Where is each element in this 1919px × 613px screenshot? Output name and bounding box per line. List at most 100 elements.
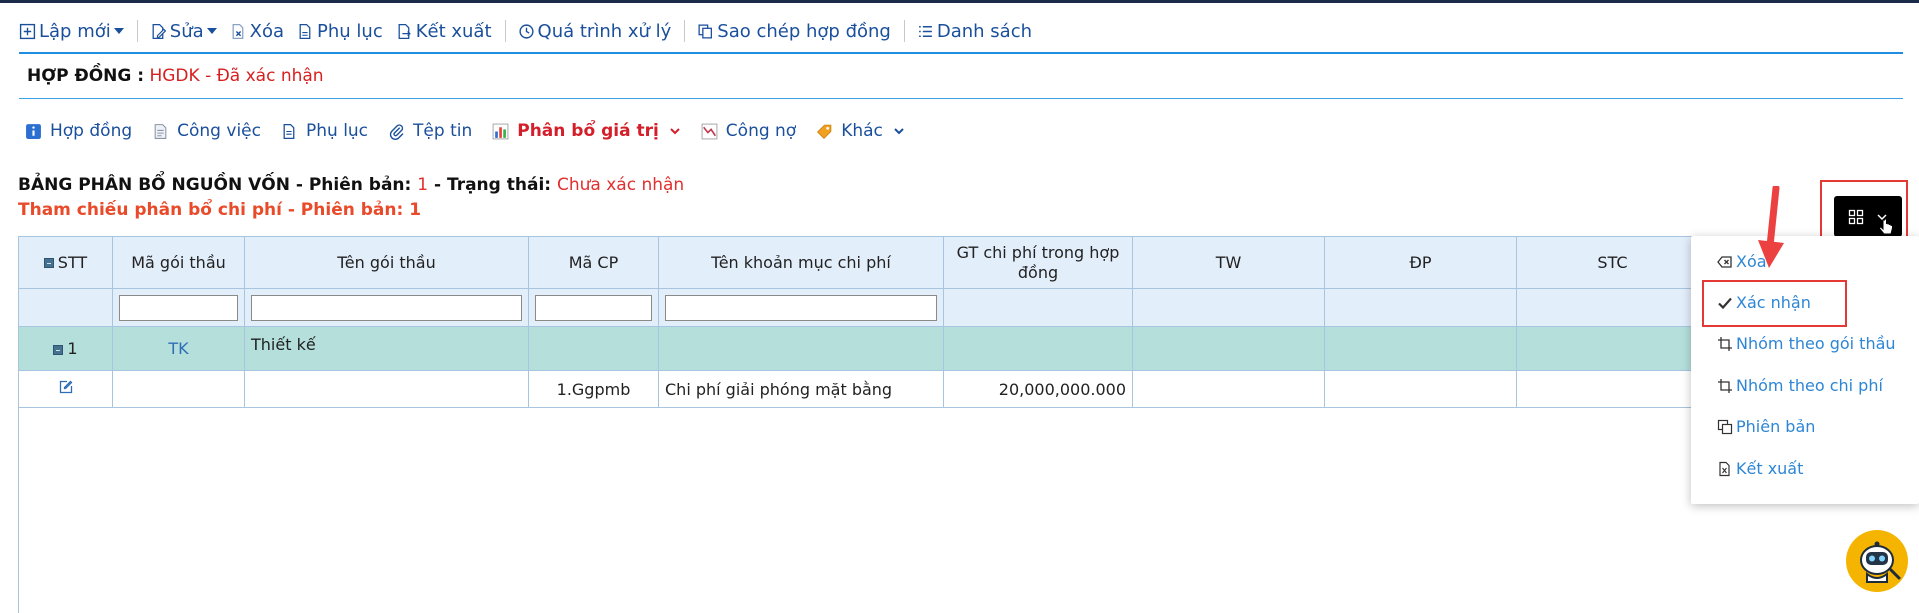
filter-cell xyxy=(18,288,113,327)
menu-item-label: Kết xuất xyxy=(1736,459,1804,478)
column-header-amount[interactable]: GT chi phí trong hợp đồng xyxy=(943,236,1133,289)
empty-cell xyxy=(658,326,944,371)
tab-other[interactable]: Khác xyxy=(816,121,905,141)
contract-heading: HỢP ĐỒNG : HGDK - Đã xác nhận xyxy=(27,66,324,86)
info-icon xyxy=(26,123,41,139)
edit-button[interactable]: Sửa xyxy=(150,21,217,42)
backspace-icon xyxy=(1717,255,1732,268)
tag-icon xyxy=(817,124,832,139)
tab-bar: Hợp đồng Công việc Phụ lục Tệp tin Phân … xyxy=(25,118,925,144)
caret-down-icon xyxy=(206,28,217,34)
tab-appendix[interactable]: Phụ lục xyxy=(281,121,368,141)
export-label: Kết xuất xyxy=(415,20,492,42)
allocation-reference: Tham chiếu phân bổ chi phí - Phiên bản: … xyxy=(18,200,422,220)
crop-icon xyxy=(1718,336,1732,351)
appendix-button[interactable]: Phụ lục xyxy=(297,21,383,42)
contract-value: HGDK - Đã xác nhận xyxy=(149,66,324,86)
empty-cell xyxy=(244,370,529,408)
column-header-tw[interactable]: TW xyxy=(1132,236,1325,289)
column-header-dp[interactable]: ĐP xyxy=(1324,236,1517,289)
tab-files[interactable]: Tệp tin xyxy=(388,121,472,141)
new-button[interactable]: Lập mới xyxy=(19,21,124,42)
contract-label: HỢP ĐỒNG : xyxy=(27,66,145,86)
empty-cell xyxy=(528,326,659,371)
assistant-robot-icon[interactable] xyxy=(1846,530,1908,592)
menu-item-version[interactable]: Phiên bản xyxy=(1717,417,1815,436)
paperclip-icon xyxy=(389,123,404,140)
table-empty-area xyxy=(18,406,1698,613)
menu-item-group-by-package[interactable]: Nhóm theo gói thầu xyxy=(1717,334,1896,353)
tab-contract[interactable]: Hợp đồng xyxy=(25,121,132,141)
column-header-stc[interactable]: STC xyxy=(1516,236,1709,289)
filter-cell xyxy=(528,288,659,327)
tab-label: Tệp tin xyxy=(413,121,473,141)
filter-cell xyxy=(1324,288,1517,327)
column-header-cost-name[interactable]: Tên khoản mục chi phí xyxy=(658,236,944,289)
menu-item-export[interactable]: Kết xuất xyxy=(1717,459,1803,478)
menu-item-group-by-cost[interactable]: Nhóm theo chi phí xyxy=(1717,376,1883,395)
new-label: Lập mới xyxy=(39,20,111,42)
cost-code-filter-input[interactable] xyxy=(535,294,652,321)
column-header-package-code[interactable]: Mã gói thầu xyxy=(112,236,245,289)
process-label: Quá trình xử lý xyxy=(537,20,672,42)
package-code-filter-input[interactable] xyxy=(119,294,238,321)
edit-label: Sửa xyxy=(169,20,204,42)
cost-name-filter-input[interactable] xyxy=(665,294,937,321)
actions-dropdown-menu: Xóa Xác nhận Nhóm theo gói thầu Nhóm the… xyxy=(1691,236,1919,504)
highlight-box xyxy=(1820,180,1908,242)
column-header-cost-code[interactable]: Mã CP xyxy=(528,236,659,289)
filter-cell xyxy=(658,288,944,327)
group-package-code[interactable]: TK xyxy=(112,326,245,371)
tab-debt[interactable]: Công nợ xyxy=(701,121,796,141)
delete-button[interactable]: Xóa xyxy=(230,21,284,42)
delete-label: Xóa xyxy=(249,20,285,42)
tab-value-allocation[interactable]: Phân bổ giá trị xyxy=(492,121,681,141)
column-header-package-name[interactable]: Tên gói thầu xyxy=(244,236,529,289)
tab-label: Khác xyxy=(841,121,883,141)
list-icon xyxy=(918,25,932,37)
chevron-down-icon xyxy=(670,128,680,135)
export-button[interactable]: Kết xuất xyxy=(396,21,492,42)
collapse-group-icon[interactable] xyxy=(53,344,64,355)
empty-cell xyxy=(1516,326,1709,371)
copy-contract-button[interactable]: Sao chép hợp đồng xyxy=(697,21,891,42)
robot-icon xyxy=(1860,541,1901,583)
empty-cell xyxy=(943,326,1133,371)
list-button[interactable]: Danh sách xyxy=(917,21,1032,42)
collapse-all-icon[interactable] xyxy=(43,258,54,268)
allocation-status: Chưa xác nhận xyxy=(557,175,685,195)
allocation-title: BẢNG PHÂN BỔ NGUỒN VỐN - Phiên bản: 1 - … xyxy=(18,175,684,195)
file-text-icon xyxy=(283,123,295,139)
arrow-annotation-icon xyxy=(1758,186,1784,268)
empty-cell xyxy=(1516,370,1709,408)
filter-cell xyxy=(943,288,1133,327)
copy-icon xyxy=(1717,419,1733,434)
empty-cell xyxy=(1324,326,1517,371)
tab-label: Công nợ xyxy=(725,121,797,141)
chevron-down-icon xyxy=(894,128,904,135)
tab-tasks[interactable]: Công việc xyxy=(152,121,261,141)
process-history-button[interactable]: Quá trình xử lý xyxy=(518,20,672,42)
toolbar-separator xyxy=(136,20,138,42)
edit-file-icon xyxy=(152,23,166,39)
menu-item-label: Phiên bản xyxy=(1736,417,1816,436)
highlight-box xyxy=(1702,280,1847,327)
filter-cell xyxy=(112,288,245,327)
header-row: STT Mã gói thầu Tên gói thầu Mã CP Tên k… xyxy=(18,236,1709,289)
delete-file-icon xyxy=(232,23,244,39)
top-border xyxy=(0,0,1919,3)
allocation-table: STT Mã gói thầu Tên gói thầu Mã CP Tên k… xyxy=(18,236,1709,408)
column-header-stt[interactable]: STT xyxy=(18,236,113,289)
package-name-filter-input[interactable] xyxy=(251,294,522,321)
row-cost-code: 1.Ggpmb xyxy=(528,370,659,408)
empty-cell xyxy=(1324,370,1517,408)
table-row[interactable]: 1.Ggpmb Chi phí giải phóng mặt bằng 20,0… xyxy=(18,370,1709,408)
tab-label: Hợp đồng xyxy=(50,121,133,141)
group-row[interactable]: 1 TK Thiết kế xyxy=(18,326,1709,371)
tab-label: Công việc xyxy=(177,121,261,141)
edit-icon[interactable] xyxy=(58,379,74,395)
filter-cell xyxy=(1516,288,1709,327)
row-amount: 20,000,000.000 xyxy=(943,370,1133,408)
group-package-name: Thiết kế xyxy=(244,326,529,371)
tab-label: Phụ lục xyxy=(305,121,369,141)
